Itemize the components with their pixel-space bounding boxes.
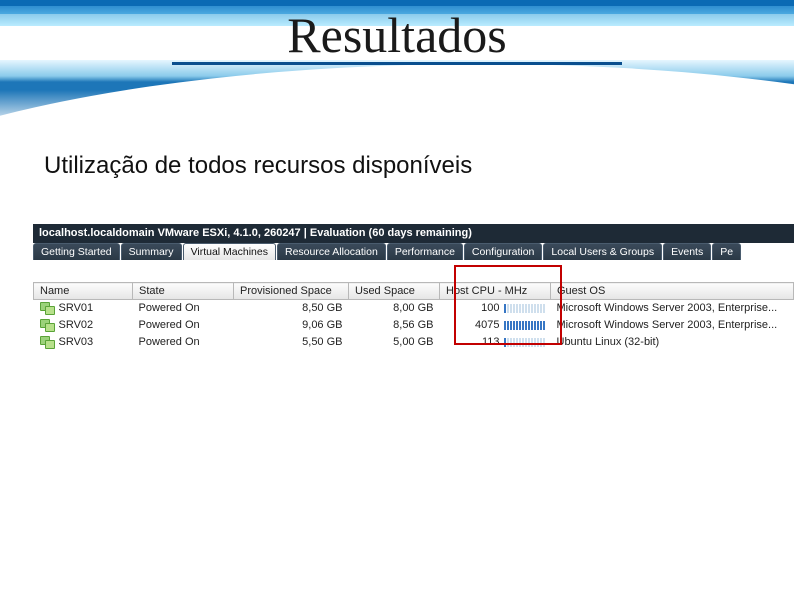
- vm-icon: [40, 319, 54, 331]
- vm-cpu-bar: [504, 338, 545, 347]
- col-provisioned[interactable]: Provisioned Space: [234, 283, 349, 300]
- vm-provisioned: 9,06 GB: [234, 317, 349, 334]
- tab-getting-started[interactable]: Getting Started: [33, 243, 120, 260]
- vm-name: SRV03: [59, 336, 94, 348]
- tab-configuration[interactable]: Configuration: [464, 243, 542, 260]
- col-host-cpu[interactable]: Host CPU - MHz: [440, 283, 551, 300]
- tab-bar: Getting StartedSummaryVirtual MachinesRe…: [33, 243, 794, 260]
- vm-table: Name State Provisioned Space Used Space …: [33, 282, 794, 351]
- table-row[interactable]: SRV01 Powered On8,50 GB8,00 GB 100 Microsof…: [34, 300, 794, 317]
- tab-performance[interactable]: Performance: [387, 243, 463, 260]
- col-guest[interactable]: Guest OS: [551, 283, 794, 300]
- vm-guest: Microsoft Windows Server 2003, Enterpris…: [551, 317, 794, 334]
- tab-virtual-machines[interactable]: Virtual Machines: [183, 243, 276, 260]
- vm-icon: [40, 336, 54, 348]
- vm-used: 5,00 GB: [349, 334, 440, 351]
- vm-provisioned: 8,50 GB: [234, 300, 349, 317]
- tab-events[interactable]: Events: [663, 243, 711, 260]
- vm-guest: Ubuntu Linux (32-bit): [551, 334, 794, 351]
- table-row[interactable]: SRV02 Powered On9,06 GB8,56 GB 4075 Microso…: [34, 317, 794, 334]
- vm-state: Powered On: [133, 300, 234, 317]
- vm-cpu-value: 113: [482, 336, 500, 348]
- col-state[interactable]: State: [133, 283, 234, 300]
- slide-title: Resultados: [172, 8, 622, 65]
- col-used[interactable]: Used Space: [349, 283, 440, 300]
- vm-name: SRV01: [59, 302, 94, 314]
- col-name[interactable]: Name: [34, 283, 133, 300]
- host-status-bar: localhost.localdomain VMware ESXi, 4.1.0…: [33, 224, 794, 243]
- vm-state: Powered On: [133, 317, 234, 334]
- vm-icon: [40, 302, 54, 314]
- tab-local-users-groups[interactable]: Local Users & Groups: [543, 243, 662, 260]
- tab-pe[interactable]: Pe: [712, 243, 741, 260]
- table-row[interactable]: SRV03 Powered On5,50 GB5,00 GB 113 Ubuntu L…: [34, 334, 794, 351]
- tab-resource-allocation[interactable]: Resource Allocation: [277, 243, 386, 260]
- vm-state: Powered On: [133, 334, 234, 351]
- slide-subtitle: Utilização de todos recursos disponíveis: [44, 152, 472, 180]
- vm-guest: Microsoft Windows Server 2003, Enterpris…: [551, 300, 794, 317]
- vm-provisioned: 5,50 GB: [234, 334, 349, 351]
- vm-cpu-bar: [504, 304, 545, 313]
- vm-used: 8,00 GB: [349, 300, 440, 317]
- vm-cpu-value: 4075: [475, 319, 499, 331]
- vm-cpu-value: 100: [481, 302, 499, 314]
- vm-used: 8,56 GB: [349, 317, 440, 334]
- vm-name: SRV02: [59, 319, 94, 331]
- vsphere-panel: localhost.localdomain VMware ESXi, 4.1.0…: [33, 224, 794, 351]
- vm-cpu-bar: [504, 321, 545, 330]
- tab-summary[interactable]: Summary: [121, 243, 182, 260]
